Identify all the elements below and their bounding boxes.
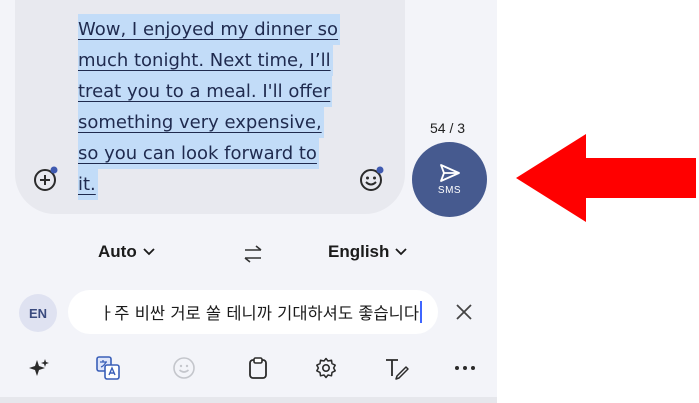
sparkle-icon bbox=[29, 359, 49, 376]
emoji-icon bbox=[360, 166, 384, 191]
red-arrow-annotation bbox=[516, 134, 696, 222]
message-line: much tonight. Next time, I’ll bbox=[78, 45, 333, 76]
text-cursor bbox=[420, 301, 422, 323]
emoji-icon bbox=[173, 357, 195, 379]
translate-text-wrap: ㅏ주 비싼 거로 쏠 테니까 기대하셔도 좋습니다 bbox=[99, 300, 422, 324]
source-language-select[interactable]: Auto bbox=[98, 242, 155, 262]
language-badge[interactable]: EN bbox=[19, 294, 57, 332]
swap-languages-button[interactable] bbox=[242, 243, 264, 265]
more-icon bbox=[455, 366, 475, 370]
send-type-label: SMS bbox=[437, 185, 462, 196]
source-language-label: Auto bbox=[98, 242, 137, 261]
close-icon bbox=[456, 304, 472, 320]
messaging-app: Wow, I enjoyed my dinner so much tonight… bbox=[0, 0, 497, 403]
target-language-label: English bbox=[328, 242, 390, 261]
chevron-down-icon bbox=[143, 248, 155, 256]
translate-button[interactable] bbox=[95, 355, 121, 381]
target-language-select[interactable]: English bbox=[328, 242, 408, 262]
handwriting-button[interactable] bbox=[384, 355, 410, 381]
keyboard-settings-button[interactable] bbox=[313, 355, 339, 381]
clipboard-icon bbox=[249, 357, 267, 379]
message-line: Wow, I enjoyed my dinner so bbox=[78, 14, 341, 45]
emoji-keyboard-button[interactable] bbox=[171, 355, 197, 381]
message-line: treat you to a meal. I'll offer bbox=[78, 76, 333, 107]
translate-icon bbox=[96, 356, 120, 380]
chevron-down-icon bbox=[395, 248, 408, 256]
emoji-button[interactable] bbox=[356, 163, 388, 195]
clipboard-button[interactable] bbox=[245, 355, 271, 381]
settings-icon bbox=[316, 357, 336, 379]
clear-translation-button[interactable] bbox=[452, 300, 476, 324]
send-icon bbox=[439, 164, 460, 182]
keyboard-bottom-edge bbox=[0, 397, 497, 403]
message-line: so you can look forward to bbox=[78, 138, 319, 169]
message-input[interactable]: Wow, I enjoyed my dinner so much tonight… bbox=[78, 14, 348, 200]
swap-icon bbox=[244, 245, 262, 263]
ai-tools-button[interactable] bbox=[26, 355, 52, 381]
translate-input[interactable]: ㅏ주 비싼 거로 쏠 테니까 기대하셔도 좋습니다 bbox=[68, 290, 438, 334]
message-line: something very expensive, bbox=[78, 107, 324, 138]
handwriting-icon bbox=[386, 359, 409, 380]
translate-text: ㅏ주 비싼 거로 쏠 테니까 기대하셔도 좋습니다 bbox=[99, 304, 419, 323]
more-options-button[interactable] bbox=[452, 355, 478, 381]
send-sms-button[interactable]: SMS bbox=[412, 142, 487, 217]
message-line: it. bbox=[78, 169, 98, 200]
attach-button[interactable] bbox=[30, 163, 62, 195]
character-counter: 54 / 3 bbox=[430, 120, 466, 136]
plus-circle-icon bbox=[34, 166, 58, 191]
